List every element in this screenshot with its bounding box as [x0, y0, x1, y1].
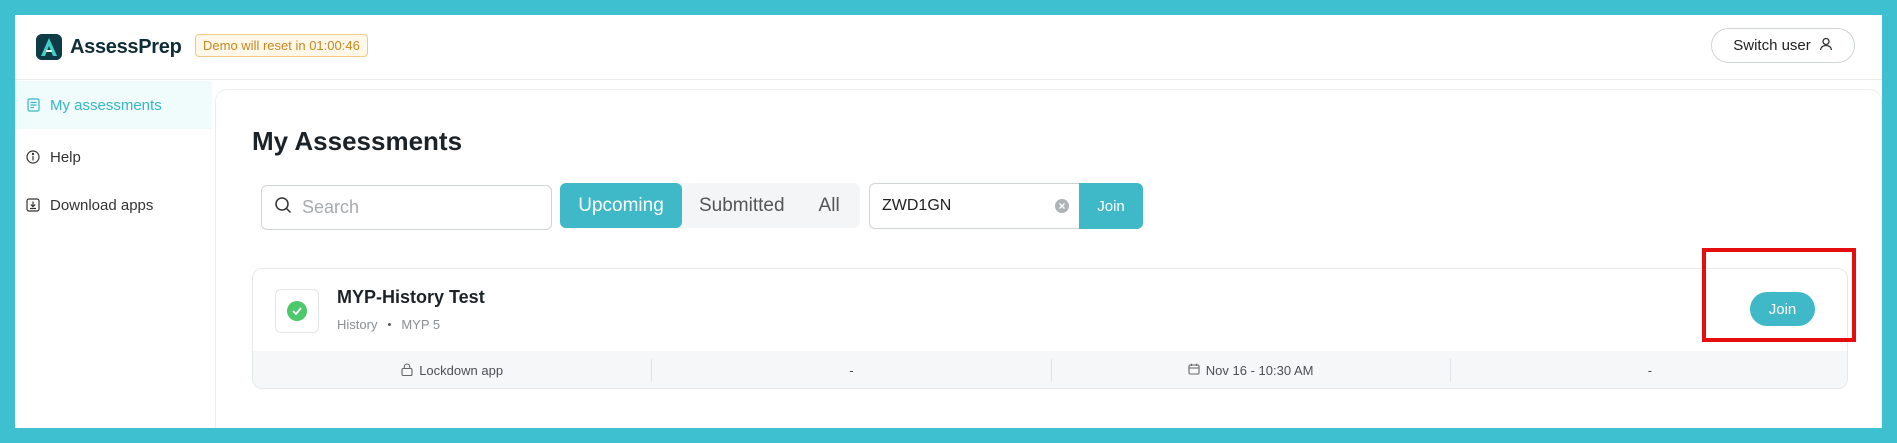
- lock-icon: [401, 362, 413, 379]
- join-code-input[interactable]: [882, 197, 1032, 215]
- check-circle-icon: [287, 301, 307, 321]
- assessment-grade: MYP 5: [401, 317, 441, 332]
- footer-col4: -: [1647, 363, 1653, 378]
- search-box[interactable]: [261, 185, 552, 230]
- status-indicator: [275, 289, 319, 333]
- tab-upcoming[interactable]: Upcoming: [560, 183, 682, 228]
- meta-separator: •: [387, 318, 392, 331]
- sidebar: My assessments Help Download apps: [15, 81, 212, 428]
- tab-all[interactable]: All: [802, 183, 857, 228]
- join-code-group: Join: [869, 183, 1143, 229]
- join-assessment-button[interactable]: Join: [1750, 292, 1815, 326]
- switch-user-button[interactable]: Switch user: [1711, 28, 1855, 63]
- assessment-meta: History • MYP 5: [337, 317, 440, 332]
- assessment-footer: Lockdown app - Nov 16 - 10:30 AM -: [253, 351, 1847, 388]
- assessment-tabs: Upcoming Submitted All: [560, 183, 860, 228]
- app-logo[interactable]: AssessPrep: [36, 34, 182, 60]
- top-header: AssessPrep Demo will reset in 01:00:46 S…: [15, 15, 1882, 80]
- code-field: [869, 183, 1079, 229]
- app-name: AssessPrep: [70, 35, 182, 58]
- assessment-card[interactable]: MYP-History Test History • MYP 5 Join Lo…: [252, 268, 1848, 389]
- download-icon: [26, 198, 40, 212]
- tab-submitted[interactable]: Submitted: [682, 183, 802, 228]
- clear-icon[interactable]: [1055, 199, 1069, 213]
- sidebar-item-help[interactable]: Help: [15, 137, 212, 177]
- search-input[interactable]: [302, 197, 532, 218]
- assessment-subject: History: [337, 317, 378, 332]
- sidebar-item-download-apps[interactable]: Download apps: [15, 185, 212, 225]
- sidebar-item-label: Help: [50, 148, 81, 166]
- page-title: My Assessments: [252, 126, 463, 156]
- footer-col2: -: [652, 359, 1052, 382]
- footer-mode: Lockdown app: [253, 359, 653, 382]
- footer-mode-label: Lockdown app: [419, 363, 504, 378]
- search-icon: [274, 196, 292, 219]
- main-panel: My Assessments Upcoming Submitted All: [215, 89, 1882, 428]
- footer-date-label: Nov 16 - 10:30 AM: [1205, 363, 1314, 378]
- document-icon: [26, 98, 40, 112]
- join-code-button[interactable]: Join: [1079, 183, 1143, 229]
- assessment-title: MYP-History Test: [337, 287, 485, 307]
- switch-user-label: Switch user: [1733, 37, 1811, 54]
- sidebar-item-label: My assessments: [50, 96, 162, 114]
- logo-icon: [36, 34, 62, 60]
- sidebar-item-label: Download apps: [50, 196, 154, 214]
- footer-date: Nov 16 - 10:30 AM: [1052, 359, 1451, 382]
- info-icon: [26, 150, 40, 164]
- demo-reset-badge: Demo will reset in 01:00:46: [195, 34, 368, 57]
- app-window: AssessPrep Demo will reset in 01:00:46 S…: [15, 15, 1882, 428]
- calendar-icon: [1188, 363, 1200, 378]
- sidebar-item-my-assessments[interactable]: My assessments: [15, 81, 212, 129]
- user-icon: [1819, 37, 1833, 55]
